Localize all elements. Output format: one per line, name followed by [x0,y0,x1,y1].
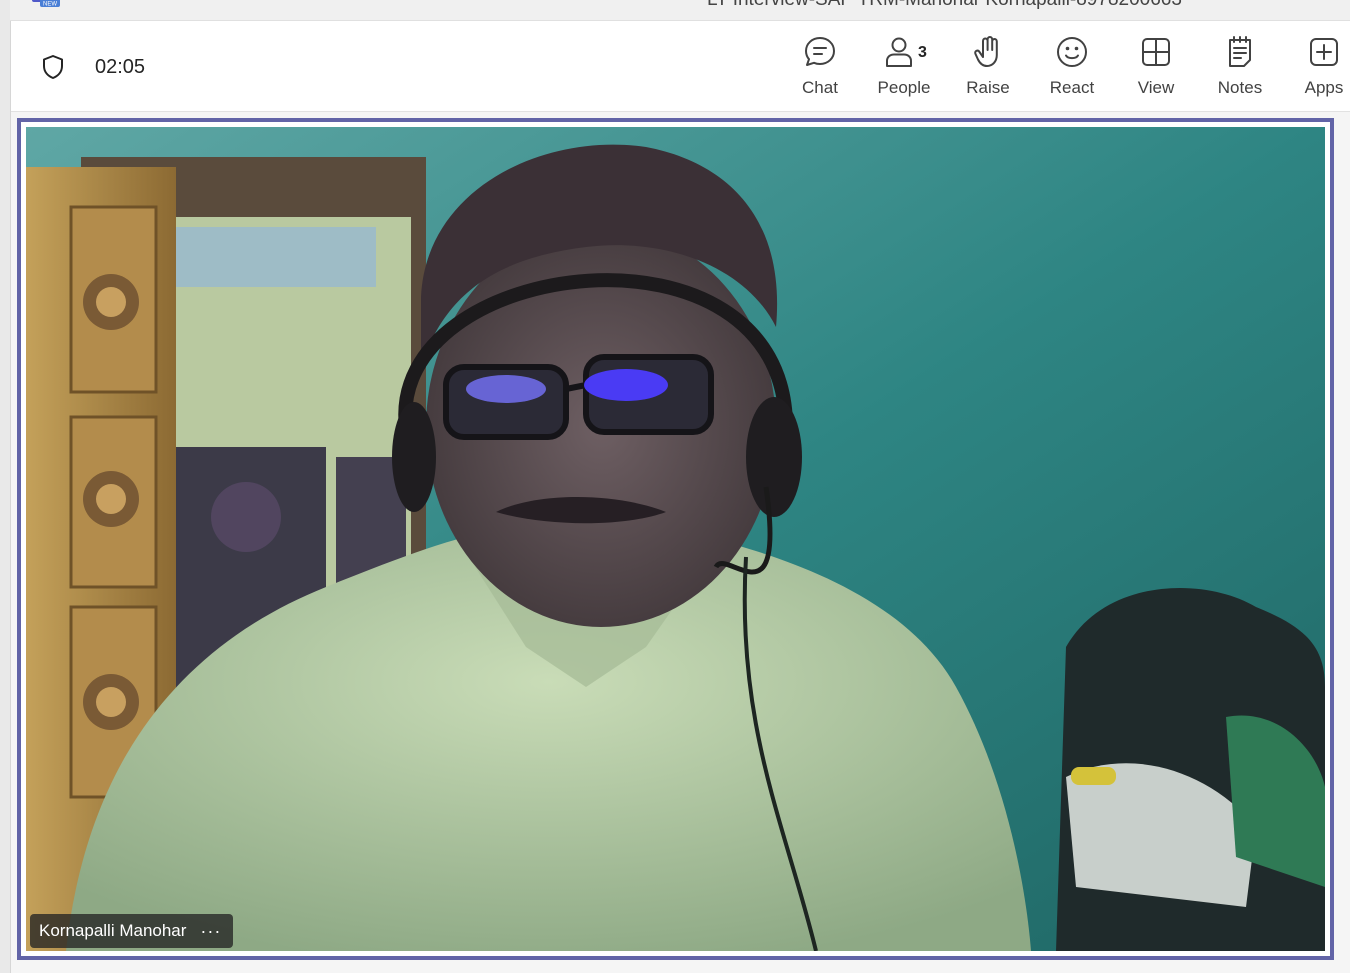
people-button[interactable]: 3 People [868,35,940,105]
react-label: React [1049,78,1095,97]
window-title: LT Interview-SAP TRM-Manohar Kornapalli-… [707,0,1182,11]
notes-icon [1229,36,1251,67]
notes-label: Notes [1217,78,1263,97]
view-button[interactable]: View [1120,35,1192,105]
teams-logo-icon: NEW [32,0,60,8]
title-bar: NEW LT Interview-SAP TRM-Manohar Kornapa… [10,0,1350,21]
notes-button[interactable]: Notes [1204,35,1276,105]
participant-video[interactable]: Kornapalli Manohar ··· [26,127,1325,951]
active-speaker-frame: Kornapalli Manohar ··· [17,118,1334,960]
chat-icon [805,37,835,66]
window-left-edge [0,0,11,973]
video-stage: Kornapalli Manohar ··· [11,112,1350,973]
people-count-badge: 3 [918,44,927,61]
more-options-icon[interactable]: ··· [200,922,221,940]
smiley-icon [1057,37,1087,67]
chat-button[interactable]: Chat [784,35,856,105]
react-button[interactable]: React [1036,35,1108,105]
shield-icon[interactable] [41,54,65,80]
raise-hand-button[interactable]: Raise [952,35,1024,105]
participant-name: Kornapalli Manohar [39,921,187,940]
raise-label: Raise [966,78,1010,97]
view-label: View [1137,78,1175,97]
meeting-toolbar: 02:05 Chat 3 People Raise React View Not… [11,21,1350,112]
participant-name-tag: Kornapalli Manohar ··· [30,914,234,948]
apps-label: Apps [1304,78,1344,97]
chat-label: Chat [802,78,838,97]
people-label: People [877,78,931,97]
teams-meeting-window: NEW LT Interview-SAP TRM-Manohar Kornapa… [0,0,1350,973]
add-apps-icon [1310,38,1338,66]
people-icon [886,37,912,67]
video-feed-image [26,127,1325,951]
grid-view-icon [1142,38,1170,66]
meeting-timer: 02:05 [95,56,146,78]
new-badge: NEW [43,2,57,8]
raise-hand-icon [974,36,998,67]
apps-button[interactable]: Apps [1288,35,1350,105]
